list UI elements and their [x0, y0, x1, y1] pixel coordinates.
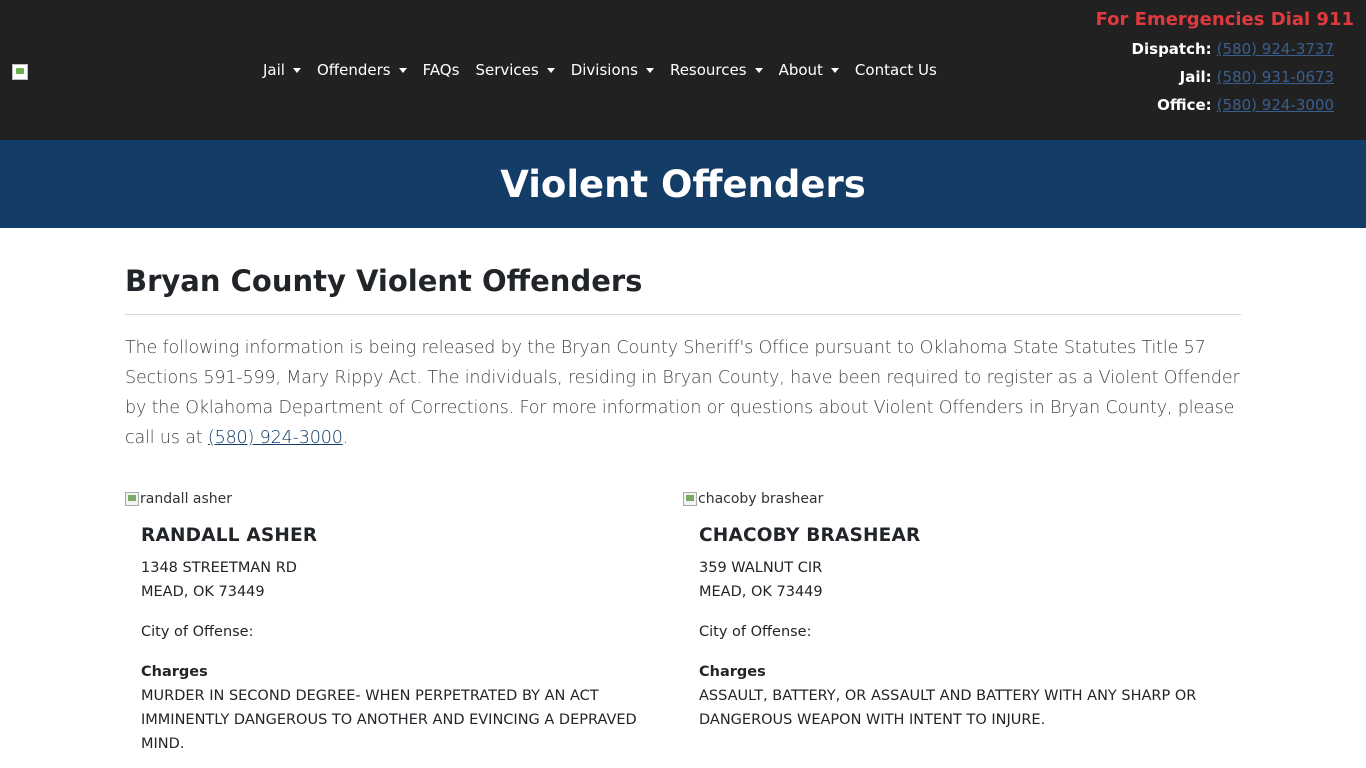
nav-label: Services [475, 61, 539, 79]
contact-label: Dispatch: [1131, 40, 1212, 58]
nav-label: Contact Us [854, 61, 937, 79]
main-nav: Jail Offenders FAQs Services Divisions R… [255, 59, 945, 81]
offender-charges: MURDER IN SECOND DEGREE- WHEN PERPETRATE… [141, 688, 637, 752]
nav-item-services[interactable]: Services [467, 59, 562, 81]
chevron-down-icon [398, 67, 407, 73]
section-title: Bryan County Violent Offenders [125, 264, 643, 298]
site-header: Jail Offenders FAQs Services Divisions R… [0, 0, 1366, 140]
chevron-down-icon [754, 67, 763, 73]
offender-address-line2: MEAD, OK 73449 [141, 584, 265, 600]
offender-grid: randall asher RANDALL ASHER 1348 STREETM… [125, 487, 1241, 756]
intro-paragraph: The following information is being relea… [125, 333, 1241, 453]
chevron-down-icon [292, 67, 301, 73]
charges-label: Charges [699, 664, 766, 680]
offender-address-line1: 359 WALNUT CIR [699, 560, 823, 576]
main-content: Bryan County Violent Offenders The follo… [125, 228, 1241, 756]
nav-item-resources[interactable]: Resources [662, 59, 771, 81]
contact-label: Jail: [1179, 68, 1212, 86]
offender-address-line1: 1348 STREETMAN RD [141, 560, 297, 576]
emergency-notice: For Emergencies Dial 911 [1095, 9, 1354, 30]
nav-label: Divisions [570, 61, 638, 79]
nav-item-divisions[interactable]: Divisions [563, 59, 662, 81]
offender-name: CHACOBY BRASHEAR [699, 525, 921, 546]
city-of-offense-label: City of Offense: [699, 624, 812, 640]
dispatch-phone-link[interactable]: (580) 924-3737 [1217, 40, 1334, 58]
nav-item-jail[interactable]: Jail [255, 59, 309, 81]
page-title: Violent Offenders [500, 162, 866, 206]
jail-phone-link[interactable]: (580) 931-0673 [1217, 68, 1334, 86]
intro-phone-link[interactable]: (580) 924-3000 [208, 428, 343, 448]
broken-image-icon [125, 492, 139, 506]
contact-dispatch: Dispatch: (580) 924-3737 [1096, 40, 1354, 68]
chevron-down-icon [645, 67, 654, 73]
offender-photo-alt: chacoby brashear [698, 491, 824, 507]
broken-image-icon [683, 492, 697, 506]
offender-address-line2: MEAD, OK 73449 [699, 584, 823, 600]
offender-charges: ASSAULT, BATTERY, OR ASSAULT AND BATTERY… [699, 688, 1197, 728]
nav-item-offenders[interactable]: Offenders [309, 59, 415, 81]
nav-label: Offenders [316, 61, 391, 79]
nav-label: Jail [263, 61, 285, 79]
offender-photo: chacoby brashear [683, 487, 1241, 511]
office-phone-link[interactable]: (580) 924-3000 [1217, 96, 1334, 114]
chevron-down-icon [546, 67, 555, 73]
charges-label: Charges [141, 664, 208, 680]
page-banner: Violent Offenders [0, 140, 1366, 228]
nav-item-contact-us[interactable]: Contact Us [847, 59, 945, 81]
nav-item-about[interactable]: About [771, 59, 847, 81]
offender-card: randall asher RANDALL ASHER 1348 STREETM… [125, 487, 683, 756]
nav-label: Resources [669, 61, 747, 79]
intro-end: . [342, 428, 349, 448]
offender-photo: randall asher [125, 487, 683, 511]
site-logo-image[interactable] [12, 64, 28, 80]
nav-label: FAQs [422, 61, 460, 79]
contact-jail: Jail: (580) 931-0673 [1096, 68, 1354, 96]
offender-details: RANDALL ASHER 1348 STREETMAN RD MEAD, OK… [125, 511, 683, 756]
chevron-down-icon [830, 67, 839, 73]
contact-info: For Emergencies Dial 911 Dispatch: (580)… [1096, 9, 1354, 124]
offender-card: chacoby brashear CHACOBY BRASHEAR 359 WA… [683, 487, 1241, 756]
contact-office: Office: (580) 924-3000 [1096, 96, 1354, 124]
nav-item-faqs[interactable]: FAQs [415, 59, 468, 81]
nav-label: About [778, 61, 823, 79]
divider [125, 314, 1241, 315]
city-of-offense-label: City of Offense: [141, 624, 254, 640]
offender-details: CHACOBY BRASHEAR 359 WALNUT CIR MEAD, OK… [683, 511, 1241, 732]
offender-name: RANDALL ASHER [141, 525, 318, 546]
offender-photo-alt: randall asher [140, 491, 233, 507]
contact-label: Office: [1157, 96, 1212, 114]
